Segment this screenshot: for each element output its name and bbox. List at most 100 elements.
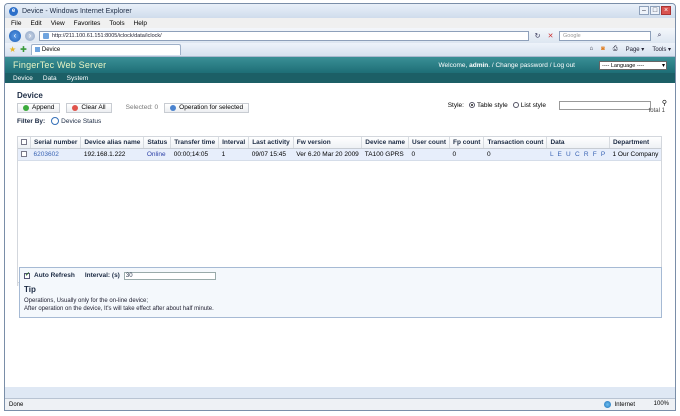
nav-device[interactable]: Device: [13, 75, 33, 82]
last-activity-cell: 09/07 15:45: [248, 148, 294, 161]
device-name-cell: TA100 GPRS: [361, 148, 409, 161]
username: admin: [469, 61, 489, 69]
clear-all-button[interactable]: Clear All: [66, 102, 112, 113]
security-zone: Internet: [603, 401, 635, 408]
col-fp-count[interactable]: Fp count: [449, 137, 485, 149]
globe-icon: [603, 401, 611, 408]
col-user-count[interactable]: User count: [408, 137, 450, 149]
status-bar: Done Internet 100%: [5, 398, 675, 410]
status-text: Done: [9, 401, 24, 408]
col-alias[interactable]: Device alias name: [80, 137, 145, 149]
delete-icon: [72, 104, 79, 111]
welcome-text: Welcome,: [438, 61, 470, 69]
col-department[interactable]: Department: [609, 137, 662, 149]
transaction-count-cell: 0: [483, 148, 547, 161]
col-transaction-count[interactable]: Transaction count: [483, 137, 548, 149]
selected-count: Selected: 0: [125, 104, 159, 111]
forward-button[interactable]: ›: [25, 30, 35, 41]
data-links[interactable]: L E U C R F P: [546, 148, 610, 161]
search-icon[interactable]: ⌕: [655, 31, 664, 40]
menu-bar: File Edit View Favorites Tools Help: [5, 18, 675, 28]
user-count-cell: 0: [408, 148, 450, 161]
zone-text: Internet: [614, 401, 635, 408]
fw-version-cell: Ver 6.20 Mar 20 2009: [293, 148, 362, 161]
serial-link[interactable]: 6203602: [30, 148, 81, 161]
col-last-activity[interactable]: Last activity: [248, 137, 294, 149]
menu-help[interactable]: Help: [134, 20, 147, 27]
col-status[interactable]: Status: [143, 137, 172, 149]
style-label: Style:: [447, 102, 464, 109]
filter-label: Filter By:: [17, 117, 46, 125]
nav-data[interactable]: Data: [43, 75, 57, 82]
col-transfer-time[interactable]: Transfer time: [170, 137, 220, 149]
back-button[interactable]: ‹: [9, 29, 21, 42]
style-list-radio[interactable]: List style: [512, 102, 546, 109]
auto-refresh-checkbox[interactable]: [24, 271, 30, 279]
interval-label: Interval: (s): [84, 272, 120, 279]
department-cell: 1 Our Company: [609, 148, 662, 161]
append-button[interactable]: Append: [17, 102, 61, 113]
operation-icon: [170, 104, 177, 111]
maximize-button[interactable]: □: [650, 6, 660, 15]
refresh-icon[interactable]: ↻: [533, 31, 542, 40]
page-menu[interactable]: Page ▾: [626, 46, 645, 53]
ie-icon: e: [9, 6, 18, 16]
fp-count-cell: 0: [449, 148, 484, 161]
zoom-level[interactable]: 100%: [654, 401, 669, 407]
device-table: Serial number Device alias name Status T…: [17, 136, 662, 286]
stop-icon[interactable]: ✕: [546, 31, 555, 40]
feeds-icon[interactable]: ◙: [601, 46, 605, 53]
browser-window: e Device - Windows Internet Explorer – □…: [4, 3, 676, 411]
user-area: Welcome, admin. / Change password / Log …: [439, 62, 575, 69]
device-search-input[interactable]: [559, 101, 651, 110]
address-bar: ‹ › http://211.100.61.151:8005/iclock/da…: [5, 28, 675, 43]
auto-refresh-row: Auto Refresh Interval: (s) 30: [24, 271, 657, 280]
tab-device[interactable]: Device: [30, 44, 181, 55]
address-input[interactable]: http://211.100.61.151:8005/iclock/data/i…: [39, 30, 529, 41]
col-device-name[interactable]: Device name: [361, 137, 410, 149]
menu-tools[interactable]: Tools: [109, 20, 124, 27]
print-icon[interactable]: ⎙: [613, 46, 618, 53]
total-count: total 1: [648, 108, 665, 114]
menu-view[interactable]: View: [51, 20, 65, 27]
language-select[interactable]: ---- Language ----: [599, 60, 667, 70]
app-header: FingerTec Web Server Welcome, admin. / C…: [5, 57, 675, 73]
menu-favorites[interactable]: Favorites: [74, 20, 101, 27]
auto-refresh-label: Auto Refresh: [34, 272, 75, 279]
filter-bar: Filter By: Device Status: [17, 117, 663, 125]
table-header-row: Serial number Device alias name Status T…: [18, 137, 662, 149]
col-interval[interactable]: Interval: [218, 137, 250, 149]
search-input[interactable]: Google: [559, 30, 651, 41]
tip-text: Operations, Usually only for the on-line…: [24, 297, 657, 313]
close-button[interactable]: ×: [661, 6, 671, 15]
alias-cell: 192.168.1.222: [80, 148, 144, 161]
style-table-radio[interactable]: Table style: [468, 102, 508, 109]
select-all-checkbox[interactable]: [18, 137, 31, 149]
page-title: Device: [17, 91, 43, 100]
device-status-filter[interactable]: Device Status: [51, 117, 101, 125]
minimize-button[interactable]: –: [639, 6, 649, 15]
menu-edit[interactable]: Edit: [30, 20, 41, 27]
home-icon[interactable]: ⌂: [590, 46, 594, 53]
tools-menu[interactable]: Tools ▾: [652, 46, 671, 53]
transfer-time-cell: 00:00;14:05: [170, 148, 219, 161]
operation-button[interactable]: Operation for selected: [164, 102, 250, 113]
favorites-star-icon[interactable]: ★: [9, 45, 16, 54]
style-options: Style: Table style List style: [448, 101, 651, 110]
add-favorite-icon[interactable]: ✚: [20, 45, 27, 54]
menu-file[interactable]: File: [11, 20, 21, 27]
col-serial[interactable]: Serial number: [30, 137, 82, 149]
user-links[interactable]: . / Change password / Log out: [488, 62, 575, 69]
nav-system[interactable]: System: [67, 75, 89, 82]
interval-input[interactable]: 30: [123, 271, 216, 280]
table-row[interactable]: 6203602 192.168.1.222 Online 00:00;14:05…: [18, 148, 662, 161]
search-icon[interactable]: ⚲: [662, 99, 667, 107]
window-title: Device - Windows Internet Explorer: [22, 7, 132, 15]
tip-panel: Auto Refresh Interval: (s) 30 Tip Operat…: [19, 267, 662, 318]
col-data[interactable]: Data: [546, 137, 610, 149]
brand-title: FingerTec Web Server: [13, 60, 107, 70]
page-content: FingerTec Web Server Welcome, admin. / C…: [5, 57, 675, 387]
tip-title: Tip: [24, 285, 36, 294]
row-checkbox[interactable]: [18, 148, 31, 161]
col-fw-version[interactable]: Fw version: [293, 137, 363, 149]
